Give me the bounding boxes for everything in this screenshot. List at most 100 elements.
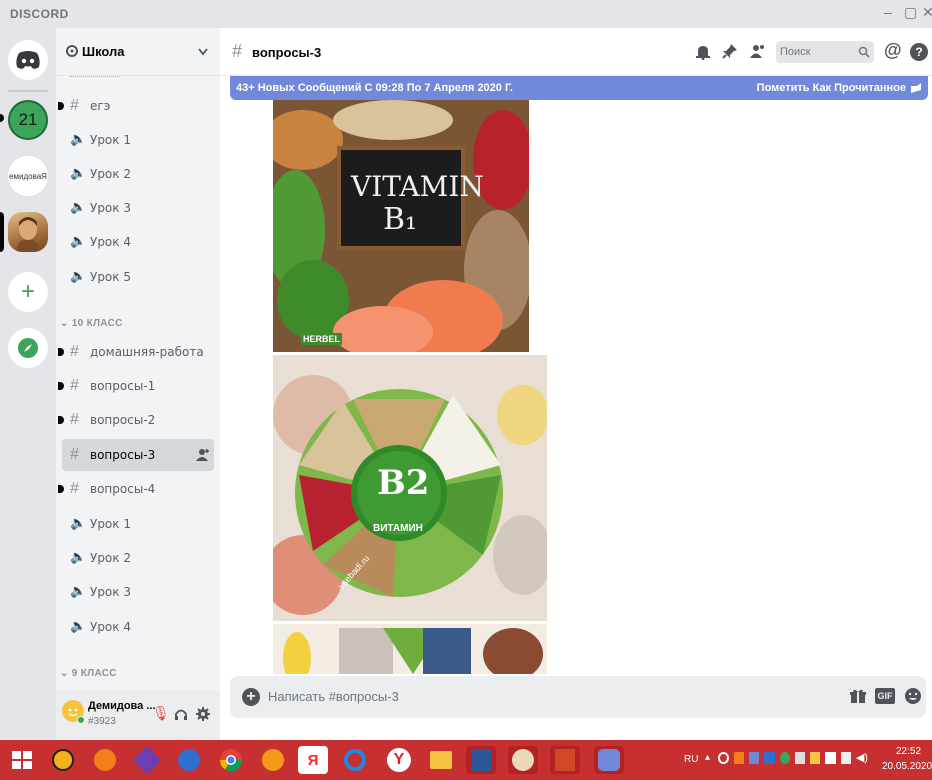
chrome-logo-icon: [219, 749, 243, 772]
tray-app-icon[interactable]: [718, 752, 729, 764]
channel-voprosy-1[interactable]: # вопросы-1: [58, 370, 214, 402]
server-settings-icon: [66, 45, 78, 57]
opera-app-icon[interactable]: [340, 746, 370, 774]
volume-icon[interactable]: ◀): [856, 752, 868, 768]
visual-studio-logo-icon: [132, 745, 162, 775]
voice-channel-urok-3[interactable]: 🔈 Урок 3: [62, 576, 214, 608]
upload-plus-icon[interactable]: +: [242, 688, 260, 706]
channel-voprosy-2[interactable]: # вопросы-2: [58, 404, 214, 436]
member-list-icon[interactable]: [750, 43, 766, 59]
yandex-letter: Я: [307, 751, 319, 769]
notification-bell-icon[interactable]: [696, 44, 710, 60]
tray-discord-icon[interactable]: [749, 752, 760, 764]
server-21[interactable]: 21: [8, 100, 48, 140]
voice-channel-urok-1[interactable]: 🔈 Урок 1: [62, 124, 214, 156]
category-label: 10 КЛАСС: [71, 318, 123, 329]
server-portrait-icon: [16, 217, 40, 252]
system-tray: ◀): [718, 752, 868, 768]
voice-channel-urok-3[interactable]: 🔈 Урок 3: [62, 192, 214, 224]
mark-as-read-button[interactable]: Пометить Как Прочитанное: [757, 82, 906, 94]
channel-label: домашняя-работа: [90, 345, 204, 359]
channel-ege[interactable]: # егэ: [58, 90, 214, 122]
gear-icon[interactable]: [196, 707, 210, 721]
visual-studio-app-icon[interactable]: [132, 745, 162, 775]
mute-microphone-icon[interactable]: 🎙: [152, 705, 170, 722]
word-app-icon[interactable]: [466, 746, 496, 774]
voice-channel-urok-2[interactable]: 🔈 Урок 2: [62, 542, 214, 574]
attachment-image-vitamin-b2[interactable]: B2 ВИТАМИН vsebadi.ru: [273, 355, 547, 621]
file-explorer-app-icon[interactable]: [426, 746, 456, 774]
voice-channel-urok-1[interactable]: 🔈 Урок 1: [62, 508, 214, 540]
server-demidova[interactable]: емидоваЯ: [8, 156, 48, 196]
avatar[interactable]: [62, 700, 85, 724]
powerpoint-app-icon[interactable]: [550, 746, 580, 774]
search-input[interactable]: Поиск: [776, 41, 874, 63]
channel-voprosy-3[interactable]: # вопросы-3: [62, 439, 214, 471]
message-input[interactable]: Написать #вопросы-3: [268, 689, 399, 704]
tray-app-icon[interactable]: [810, 752, 821, 764]
tray-app-icon[interactable]: [779, 752, 790, 764]
voice-channel-urok-4[interactable]: 🔈 Урок 4: [62, 226, 214, 258]
tray-app-icon[interactable]: [794, 752, 806, 764]
settings-app-icon[interactable]: [90, 746, 120, 774]
volume-app-icon[interactable]: [174, 746, 204, 774]
attachment-image-vitamins-partial[interactable]: [273, 624, 547, 674]
user-name: Демидова ...: [88, 700, 156, 712]
gif-button[interactable]: GIF: [875, 688, 895, 704]
maximize-button[interactable]: ▢: [904, 4, 917, 21]
search-icon: [858, 46, 870, 58]
category-10[interactable]: ⌄ 10 КЛАСС: [60, 318, 123, 329]
new-messages-banner[interactable]: 43+ Новых Сообщений С 09:28 По 7 Апреля …: [230, 76, 928, 100]
chevron-up-icon[interactable]: ▴: [705, 752, 710, 763]
speaker-icon: 🔈: [70, 233, 87, 248]
help-icon[interactable]: ?: [910, 43, 928, 61]
home-button[interactable]: [8, 40, 48, 80]
autocad-app-icon[interactable]: [48, 746, 78, 774]
add-server-button[interactable]: +: [8, 272, 48, 312]
explore-servers-button[interactable]: [8, 328, 48, 368]
invite-member-icon[interactable]: [196, 448, 210, 462]
network-icon[interactable]: [825, 752, 836, 764]
close-button[interactable]: ✕: [922, 4, 932, 21]
yandex-app-icon[interactable]: Y: [384, 746, 414, 774]
voice-channel-urok-5[interactable]: 🔈 Урок 5: [62, 261, 214, 293]
channel-label: егэ: [90, 99, 111, 113]
tray-app-icon[interactable]: [764, 752, 775, 764]
server-unread-pill: [0, 114, 4, 122]
voice-channel-urok-2[interactable]: 🔈 Урок 2: [62, 158, 214, 190]
channel-domashnyaya-rabota[interactable]: # домашняя-работа: [58, 336, 214, 368]
gift-icon[interactable]: [850, 688, 866, 704]
palette-icon: [512, 749, 534, 771]
tray-app-icon[interactable]: [733, 752, 745, 764]
clock-time[interactable]: 22:52: [896, 746, 921, 757]
mention-icon[interactable]: @: [884, 40, 902, 61]
gear-app-icon-2[interactable]: [258, 746, 288, 774]
minimize-button[interactable]: –: [884, 4, 892, 20]
category-9[interactable]: ⌄ 9 КЛАСС: [60, 668, 117, 679]
yandex-browser-app-icon[interactable]: Я: [298, 746, 328, 774]
text-channel-icon: #: [70, 377, 79, 394]
paint-app-icon[interactable]: [508, 746, 538, 774]
discord-app-icon[interactable]: [594, 746, 624, 774]
emoji-icon[interactable]: [904, 687, 922, 705]
windows-start-icon[interactable]: [12, 751, 32, 769]
channel-label: Урок 2: [90, 551, 131, 565]
speaker-icon: 🔈: [70, 618, 87, 633]
language-indicator[interactable]: RU: [684, 754, 698, 765]
channel-label: вопросы-1: [90, 379, 156, 393]
voice-channel-urok-4[interactable]: 🔈 Урок 4: [62, 611, 214, 643]
server-school[interactable]: [8, 212, 48, 252]
channel-voprosy-4[interactable]: # вопросы-4: [58, 473, 214, 505]
new-messages-text: 43+ Новых Сообщений С 09:28 По 7 Апреля …: [236, 82, 513, 94]
text-channel-icon: #: [70, 446, 79, 463]
clock-date[interactable]: 20.05.2020: [882, 761, 932, 772]
pin-icon[interactable]: [722, 43, 738, 59]
autocad-logo-icon: [52, 749, 74, 771]
attachment-image-vitamin-b1[interactable]: VITAMIN B₁ HERBEL: [273, 100, 529, 352]
headphones-icon[interactable]: [174, 707, 188, 721]
chrome-app-icon[interactable]: [216, 746, 246, 774]
unread-indicator: [58, 485, 64, 493]
ime-icon[interactable]: [840, 752, 851, 764]
guild-header[interactable]: Школа: [56, 28, 220, 76]
channel-label: Урок 2: [90, 167, 131, 181]
